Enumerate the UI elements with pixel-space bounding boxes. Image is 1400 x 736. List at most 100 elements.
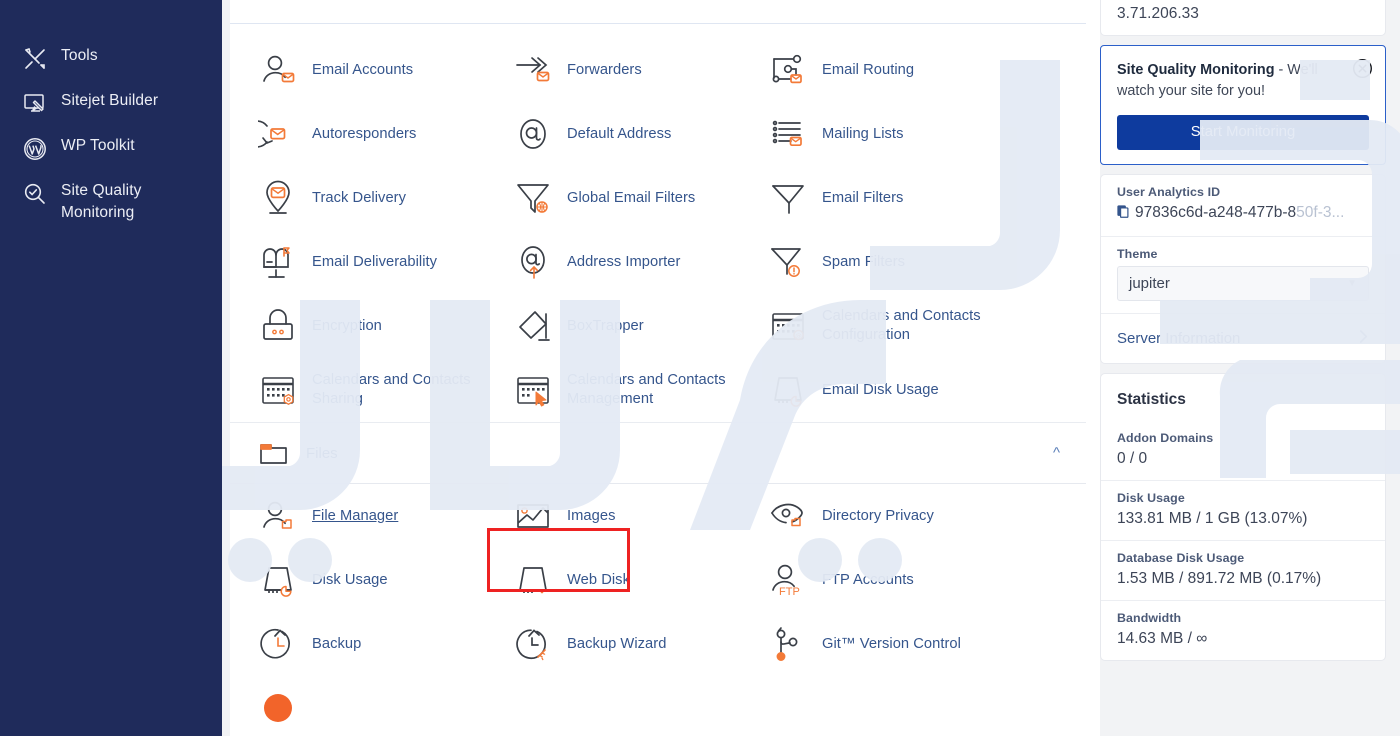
- autoresponders-icon: [242, 114, 298, 154]
- sidebar-item-site-quality-monitoring[interactable]: Site Quality Monitoring: [0, 171, 222, 233]
- tile-disk-usage[interactable]: Disk Usage: [230, 548, 485, 612]
- feature-grid: Email Accounts Forwarders Email Routing …: [230, 24, 1100, 736]
- account-info-card: User Analytics ID 97836c6d-a248-477b-850…: [1100, 174, 1386, 364]
- email-row-3: Track Delivery Global Email Filters Emai…: [230, 166, 1100, 230]
- server-information-row[interactable]: Server Information: [1101, 314, 1385, 363]
- last-login-row: Last Login IP Address 3.71.206.33: [1101, 0, 1385, 35]
- tile-partial[interactable]: [230, 676, 485, 736]
- tile-backup-wizard[interactable]: Backup Wizard: [485, 612, 740, 676]
- tile-file-manager[interactable]: File Manager: [230, 484, 485, 548]
- files-row-2: Disk Usage Web Disk FTP FTP Accounts: [230, 548, 1100, 612]
- tile-label: Email Filters: [822, 189, 904, 206]
- tile-calendars-contacts-management[interactable]: Calendars and Contacts Management: [485, 358, 740, 422]
- tile-images[interactable]: Images: [485, 484, 740, 548]
- sidebar-item-label: WP Toolkit: [61, 137, 135, 154]
- stat-value: 133.81 MB / 1 GB (13.07%): [1117, 510, 1308, 527]
- sidebar-item-label: Tools: [61, 47, 98, 64]
- email-row-6: Calendars and Contacts Sharing Calendars…: [230, 358, 1100, 422]
- left-sidebar: Tools Sitejet Builder WP Toolkit Site Qu…: [0, 0, 222, 736]
- chevron-up-icon[interactable]: ^: [1053, 445, 1060, 462]
- file-manager-icon: [258, 496, 298, 536]
- promo-text: Site Quality Monitoring - We'll watch yo…: [1117, 60, 1369, 102]
- user-analytics-id-label: User Analytics ID: [1117, 185, 1221, 199]
- tile-git-version-control[interactable]: Git™ Version Control: [740, 612, 995, 676]
- email-routing-icon: [768, 50, 808, 90]
- tile-track-delivery[interactable]: Track Delivery: [230, 166, 485, 230]
- stat-row-disk-usage: Disk Usage 133.81 MB / 1 GB (13.07%): [1101, 481, 1385, 541]
- svg-text:@: @: [795, 332, 802, 340]
- tile-label: Web Disk: [567, 571, 630, 588]
- tile-label: Spam Filters: [822, 253, 906, 270]
- sidebar-item-sitejet-builder[interactable]: Sitejet Builder: [0, 81, 222, 126]
- tile-label: Track Delivery: [312, 189, 407, 206]
- email-row-2: Autoresponders Default Address Mailing L…: [230, 102, 1100, 166]
- theme-row: Theme jupiter ▼: [1101, 237, 1385, 314]
- tile-label: Mailing Lists: [822, 125, 904, 142]
- close-circle-icon[interactable]: [1352, 58, 1373, 84]
- files-row-3: Backup Backup Wizard Git™ Version Contro…: [230, 612, 1100, 676]
- tile-label: Calendars and Contacts Sharing: [312, 372, 471, 407]
- tile-spam-filters[interactable]: Spam Filters: [740, 230, 995, 294]
- tile-address-importer[interactable]: Address Importer: [485, 230, 740, 294]
- copy-icon[interactable]: [1117, 204, 1130, 224]
- backup-icon: [258, 624, 298, 664]
- tile-calendars-contacts-sharing[interactable]: Calendars and Contacts Sharing: [230, 358, 485, 422]
- wordpress-icon: [22, 136, 48, 162]
- spam-filters-icon: [768, 242, 808, 282]
- orange-circle-icon: [258, 688, 298, 728]
- tile-forwarders[interactable]: Forwarders: [485, 38, 740, 102]
- chevron-right-icon: [1358, 328, 1369, 349]
- tile-global-email-filters[interactable]: Global Email Filters: [485, 166, 740, 230]
- tile-backup[interactable]: Backup: [230, 612, 485, 676]
- ftp-accounts-icon: FTP: [768, 560, 808, 600]
- svg-text:FTP: FTP: [779, 586, 800, 598]
- tile-autoresponders[interactable]: Autoresponders: [230, 102, 485, 166]
- theme-select[interactable]: jupiter ▼: [1117, 266, 1369, 301]
- last-login-value: 3.71.206.33: [1117, 5, 1199, 22]
- backup-wizard-icon: [513, 624, 553, 664]
- calendars-contacts-configuration-icon: @: [768, 306, 808, 346]
- tile-mailing-lists[interactable]: Mailing Lists: [740, 102, 995, 166]
- sidebar-item-label: Site Quality Monitoring: [61, 182, 142, 221]
- tile-directory-privacy[interactable]: Directory Privacy: [740, 484, 995, 548]
- stat-row-database-disk-usage: Database Disk Usage 1.53 MB / 891.72 MB …: [1101, 541, 1385, 601]
- stat-row-addon-domains: Addon Domains 0 / 0: [1101, 421, 1385, 481]
- tile-label: Autoresponders: [312, 125, 417, 142]
- user-analytics-id-value[interactable]: 97836c6d-a248-477b-850f-3...: [1117, 204, 1369, 224]
- tile-email-deliverability[interactable]: Email Deliverability: [230, 230, 485, 294]
- tile-calendars-contacts-configuration[interactable]: @ Calendars and Contacts Configuration: [740, 294, 995, 358]
- stat-value: 0 / 0: [1117, 450, 1148, 467]
- tile-label: Email Accounts: [312, 61, 414, 78]
- user-analytics-id-row: User Analytics ID 97836c6d-a248-477b-850…: [1101, 175, 1385, 237]
- tile-label: Images: [567, 507, 616, 524]
- sidebar-item-wp-toolkit[interactable]: WP Toolkit: [0, 126, 222, 171]
- theme-label: Theme: [1117, 247, 1158, 261]
- analytics-id-faded: 50f-3...: [1296, 204, 1345, 221]
- images-icon: [513, 496, 553, 536]
- tile-web-disk[interactable]: Web Disk: [485, 548, 740, 612]
- disk-usage-icon: [258, 560, 298, 600]
- tile-label: Encryption: [312, 317, 382, 334]
- tile-email-filters[interactable]: Email Filters: [740, 166, 995, 230]
- files-section-header[interactable]: Files ^: [230, 423, 1100, 483]
- tile-email-routing[interactable]: Email Routing: [740, 38, 995, 102]
- email-filters-icon: [768, 178, 808, 218]
- main-content: Email Accounts Forwarders Email Routing …: [230, 0, 1100, 736]
- start-monitoring-button[interactable]: Start Monitoring: [1117, 115, 1369, 150]
- tile-email-disk-usage[interactable]: Email Disk Usage: [740, 358, 995, 422]
- tile-boxtrapper[interactable]: BoxTrapper: [485, 294, 740, 358]
- track-delivery-icon: [258, 178, 298, 218]
- stat-row-bandwidth: Bandwidth 14.63 MB / ∞: [1101, 601, 1385, 660]
- tile-label: Calendars and Contacts Configuration: [822, 308, 981, 343]
- web-disk-icon: [513, 560, 553, 600]
- tile-encryption[interactable]: Encryption: [230, 294, 485, 358]
- tile-ftp-accounts[interactable]: FTP FTP Accounts: [740, 548, 995, 612]
- tile-default-address[interactable]: Default Address: [485, 102, 740, 166]
- calendars-contacts-sharing-icon: [258, 370, 298, 410]
- email-row-5: Encryption BoxTrapper @ Calendars and Co…: [230, 294, 1100, 358]
- site-quality-monitoring-promo: Site Quality Monitoring - We'll watch yo…: [1100, 45, 1386, 165]
- tile-label: Calendars and Contacts Management: [567, 372, 726, 407]
- sidebar-item-tools[interactable]: Tools: [0, 36, 222, 81]
- tile-label: Default Address: [567, 125, 672, 142]
- tile-email-accounts[interactable]: Email Accounts: [230, 38, 485, 102]
